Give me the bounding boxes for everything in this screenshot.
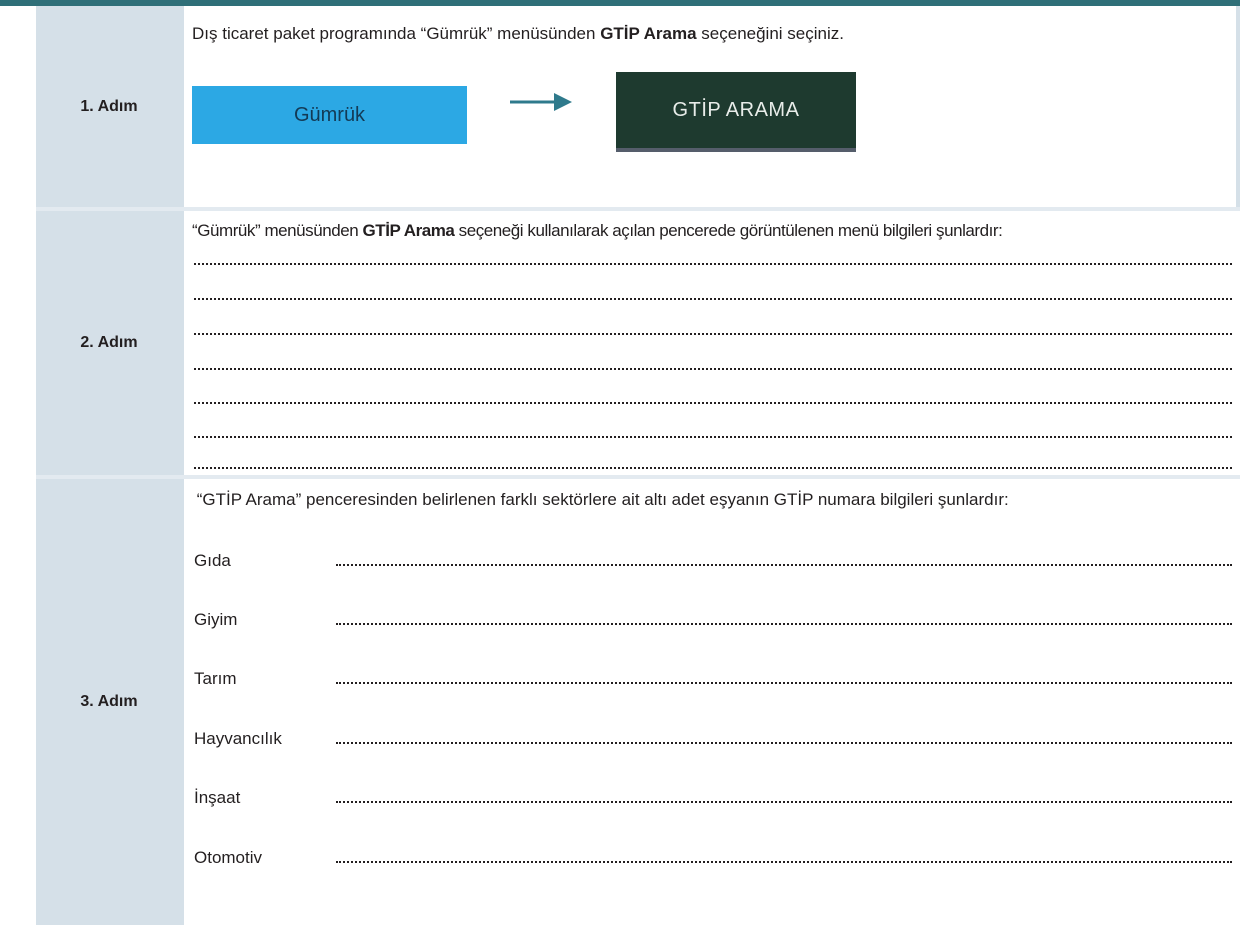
step-1-instruction: Dış ticaret paket programında “Gümrük” m… <box>192 24 844 44</box>
answer-dotted-line <box>194 297 1232 300</box>
sector-answer-line <box>336 563 1232 566</box>
sector-answer-line <box>336 800 1232 803</box>
step-1-instruction-pre: Dış ticaret paket programında “Gümrük” m… <box>192 24 601 43</box>
answer-dotted-line <box>194 367 1232 370</box>
sector-answer-line <box>336 741 1232 744</box>
step-2-instruction-bold: GTİP Arama <box>362 221 455 240</box>
sector-answer-line <box>336 681 1232 684</box>
step-2-instruction: “Gümrük” menüsünden GTİP Arama seçeneği … <box>192 221 1003 241</box>
step-1-row: 1. Adım Dış ticaret paket programında “G… <box>36 6 1240 207</box>
step-3-content: “GTİP Arama” penceresinden belirlenen fa… <box>182 479 1240 925</box>
step-2-label: 2. Adım <box>80 334 138 351</box>
sector-label-insaat: İnşaat <box>194 788 241 807</box>
step-3-label: 3. Adım <box>80 693 138 710</box>
sector-label-hayvancilik: Hayvancılık <box>194 729 282 748</box>
step-3-row: 3. Adım “GTİP Arama” penceresinden belir… <box>36 479 1240 925</box>
answer-dotted-line <box>194 332 1232 335</box>
gtip-arama-button[interactable]: GTİP ARAMA <box>616 72 856 152</box>
step-3-cell: 3. Adım <box>36 479 182 925</box>
gumruk-menu-button-label: Gümrük <box>293 103 366 126</box>
sector-label-otomotiv: Otomotiv <box>194 848 263 867</box>
step-1-instruction-bold: GTİP Arama <box>600 24 697 43</box>
step-2-content: “Gümrük” menüsünden GTİP Arama seçeneği … <box>182 211 1240 475</box>
step-2-instruction-pre: “Gümrük” menüsünden <box>192 221 363 240</box>
step-1-instruction-post: seçeneğini seçiniz. <box>696 24 844 43</box>
sector-label-giyim: Giyim <box>194 610 238 629</box>
step-2-instruction-post: seçeneği kullanılarak açılan pencerede g… <box>454 221 1003 240</box>
step-1-label: 1. Adım <box>80 97 138 115</box>
gtip-arama-button-label: GTİP ARAMA <box>672 98 800 121</box>
step-1-content: Dış ticaret paket programında “Gümrük” m… <box>182 6 1240 207</box>
step-1-cell: 1. Adım <box>36 6 182 207</box>
answer-dotted-line <box>194 435 1232 438</box>
arrow-right-icon <box>510 93 572 111</box>
sector-answer-line <box>336 860 1232 863</box>
answer-dotted-line <box>194 262 1232 265</box>
answer-dotted-line <box>194 466 1232 469</box>
step-3-instruction: “GTİP Arama” penceresinden belirlenen fa… <box>192 490 1009 509</box>
sector-answer-line <box>336 622 1232 625</box>
step-2-cell: 2. Adım <box>36 211 182 475</box>
gumruk-menu-button[interactable]: Gümrük <box>192 86 467 144</box>
answer-dotted-line <box>194 401 1232 404</box>
sector-label-tarim: Tarım <box>194 669 237 688</box>
step-2-row: 2. Adım “Gümrük” menüsünden GTİP Arama s… <box>36 211 1240 475</box>
sector-label-gida: Gıda <box>194 551 231 570</box>
